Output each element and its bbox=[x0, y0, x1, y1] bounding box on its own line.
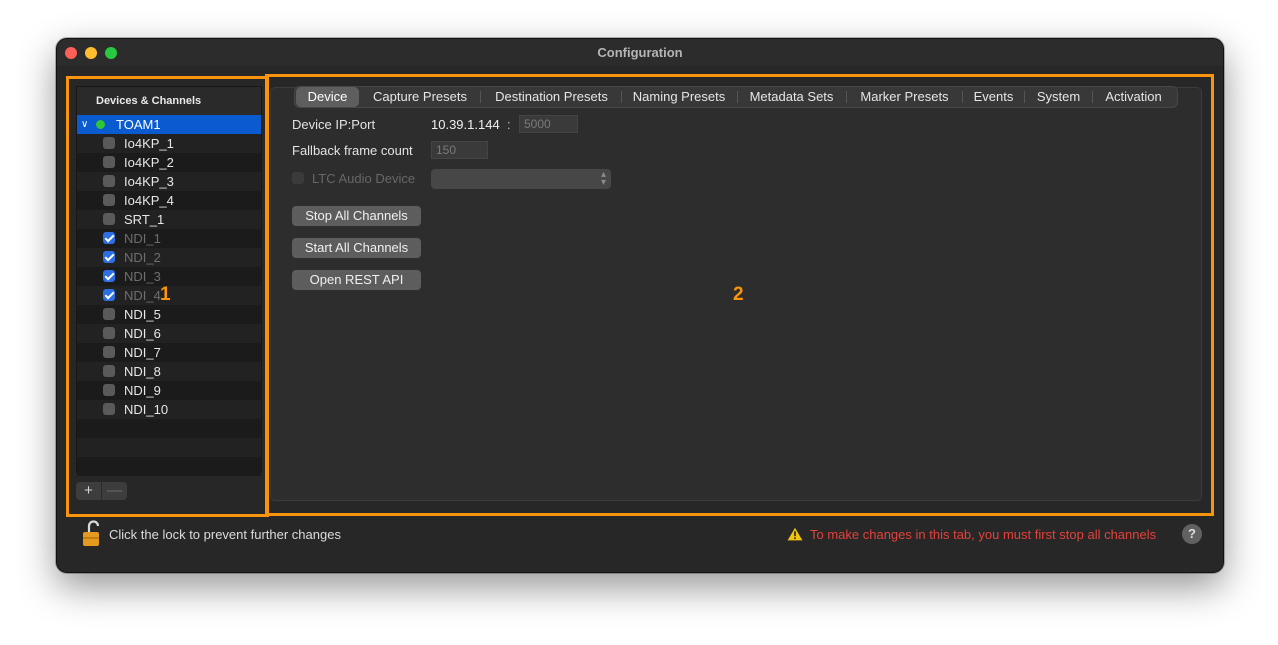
warning-message: To make changes in this tab, you must fi… bbox=[810, 527, 1157, 542]
lock-open-icon[interactable] bbox=[82, 520, 102, 548]
warning-icon bbox=[787, 527, 803, 541]
title-bar[interactable]: Configuration bbox=[57, 39, 1223, 66]
lock-status-text: Click the lock to prevent further change… bbox=[109, 527, 341, 542]
help-button[interactable]: ? bbox=[1182, 524, 1202, 544]
annotation-label-1: 1 bbox=[160, 284, 171, 305]
annotation-label-2: 2 bbox=[733, 284, 744, 305]
window-title: Configuration bbox=[597, 45, 683, 60]
